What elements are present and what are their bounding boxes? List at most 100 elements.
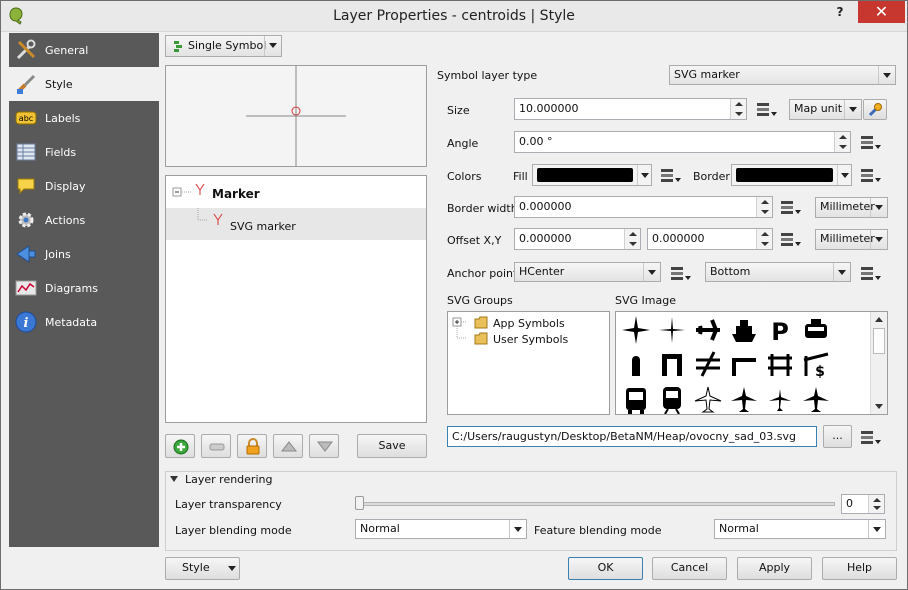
sidebar-item-metadata[interactable]: i Metadata bbox=[9, 305, 159, 339]
collapse-triangle-icon[interactable] bbox=[169, 475, 179, 483]
sidebar-item-fields[interactable]: Fields bbox=[9, 135, 159, 169]
size-spinner[interactable] bbox=[730, 99, 746, 119]
data-defined-override-icon[interactable] bbox=[779, 229, 805, 249]
data-defined-override-icon[interactable] bbox=[669, 263, 695, 283]
offset-x-spinner[interactable] bbox=[624, 229, 640, 249]
move-up-button[interactable] bbox=[273, 434, 303, 458]
scrollbar-thumb[interactable] bbox=[873, 328, 885, 354]
style-menu-button[interactable]: Style bbox=[165, 557, 240, 580]
lock-layer-button[interactable] bbox=[237, 434, 267, 458]
apply-button[interactable]: Apply bbox=[737, 557, 812, 580]
bollard-icon[interactable] bbox=[620, 348, 652, 380]
transparency-spinner[interactable] bbox=[868, 495, 884, 513]
sidebar-item-style[interactable]: Style bbox=[9, 67, 159, 101]
bus-icon[interactable] bbox=[620, 384, 652, 415]
train-icon[interactable] bbox=[656, 384, 688, 415]
sidebar-item-general[interactable]: General bbox=[9, 33, 159, 67]
tree-item-svg-marker[interactable]: SVG marker bbox=[166, 208, 426, 240]
anchor-horizontal-select[interactable]: HCenter bbox=[514, 262, 661, 282]
chevron-down-icon[interactable] bbox=[844, 100, 861, 119]
add-symbol-layer-button[interactable] bbox=[165, 434, 195, 458]
anchor-vertical-select[interactable]: Bottom bbox=[705, 262, 851, 282]
chevron-down-icon[interactable] bbox=[868, 520, 885, 538]
renderer-select[interactable]: Single Symbol bbox=[165, 35, 282, 57]
airplane-small-icon[interactable] bbox=[764, 384, 796, 415]
airplane-solid-icon[interactable] bbox=[728, 384, 760, 415]
scroll-up-icon[interactable] bbox=[874, 315, 884, 323]
chevron-down-icon[interactable] bbox=[833, 263, 850, 281]
unit-settings-button[interactable] bbox=[863, 99, 887, 120]
layer-blending-select[interactable]: Normal bbox=[355, 519, 527, 539]
chevron-down-icon[interactable] bbox=[870, 230, 887, 249]
compass-star-icon[interactable] bbox=[620, 314, 652, 346]
chevron-down-icon[interactable] bbox=[878, 66, 895, 84]
barrier-icon[interactable] bbox=[728, 348, 760, 380]
save-button[interactable]: Save bbox=[357, 434, 427, 458]
star-icon[interactable] bbox=[656, 314, 688, 346]
tree-expander-icon[interactable] bbox=[172, 186, 194, 198]
angle-input[interactable]: 0.00 ° bbox=[514, 131, 851, 153]
border-width-input[interactable]: 0.000000 bbox=[514, 196, 773, 218]
angle-spinner[interactable] bbox=[834, 132, 850, 152]
chevron-down-icon[interactable] bbox=[837, 165, 851, 185]
cancel-button[interactable]: Cancel bbox=[652, 557, 727, 580]
border-width-spinner[interactable] bbox=[756, 197, 772, 217]
data-defined-override-icon[interactable] bbox=[859, 132, 885, 152]
layer-rendering-header[interactable]: Layer rendering bbox=[167, 472, 272, 486]
sidebar-item-label: Metadata bbox=[45, 316, 98, 329]
data-defined-override-icon[interactable] bbox=[859, 165, 885, 185]
sidebar-item-label: Joins bbox=[45, 248, 71, 261]
size-unit-select[interactable]: Map unit bbox=[789, 99, 862, 120]
help-title-button[interactable]: ? bbox=[827, 1, 853, 23]
scroll-down-icon[interactable] bbox=[874, 403, 884, 411]
svg-path-input[interactable]: C:/Users/raugustyn/Desktop/BetaNM/Heap/o… bbox=[447, 426, 817, 447]
data-defined-override-icon[interactable] bbox=[859, 263, 885, 283]
not-equal-icon[interactable] bbox=[692, 348, 724, 380]
move-down-button[interactable] bbox=[309, 434, 339, 458]
parking-icon[interactable]: P bbox=[764, 314, 796, 346]
gate-icon[interactable] bbox=[656, 348, 688, 380]
data-defined-override-icon[interactable] bbox=[779, 197, 805, 217]
offset-unit-select[interactable]: Millimeter bbox=[815, 229, 888, 250]
tree-item-marker[interactable]: Marker bbox=[166, 176, 426, 208]
svg-image-grid: P $ bbox=[615, 311, 888, 415]
border-color-button[interactable] bbox=[731, 164, 852, 186]
ok-button[interactable]: OK bbox=[568, 557, 643, 580]
browse-button[interactable]: ... bbox=[823, 425, 852, 448]
toll-barrier-icon[interactable] bbox=[764, 348, 796, 380]
sidebar-item-joins[interactable]: Joins bbox=[9, 237, 159, 271]
offset-y-input[interactable]: 0.000000 bbox=[647, 228, 773, 250]
border-width-unit-select[interactable]: Millimeter bbox=[815, 197, 888, 218]
airplane-outline-icon[interactable] bbox=[692, 384, 724, 415]
sidebar-item-diagrams[interactable]: Diagrams bbox=[9, 271, 159, 305]
chevron-down-icon[interactable] bbox=[637, 165, 651, 185]
data-defined-override-icon[interactable] bbox=[755, 99, 781, 119]
svg-image-scrollbar[interactable] bbox=[870, 312, 887, 414]
close-button[interactable]: ✕ bbox=[858, 1, 905, 23]
chevron-down-icon[interactable] bbox=[509, 520, 526, 538]
data-defined-override-icon[interactable] bbox=[659, 165, 685, 185]
offset-y-spinner[interactable] bbox=[756, 229, 772, 249]
sidebar-item-display[interactable]: Display bbox=[9, 169, 159, 203]
airplane-icon[interactable] bbox=[692, 314, 724, 346]
feature-blending-select[interactable]: Normal bbox=[714, 519, 886, 539]
sidebar-item-labels[interactable]: abc Labels bbox=[9, 101, 159, 135]
help-button[interactable]: Help bbox=[822, 557, 897, 580]
transparency-slider-handle[interactable] bbox=[355, 496, 364, 510]
offset-x-input[interactable]: 0.000000 bbox=[514, 228, 641, 250]
taxi-icon[interactable] bbox=[800, 314, 832, 346]
remove-symbol-layer-button[interactable] bbox=[201, 434, 231, 458]
airport-icon[interactable] bbox=[800, 384, 832, 415]
ship-icon[interactable] bbox=[728, 314, 760, 346]
toll-icon[interactable]: $ bbox=[800, 348, 832, 380]
size-input[interactable]: 10.000000 bbox=[514, 98, 747, 120]
sidebar-item-actions[interactable]: Actions bbox=[9, 203, 159, 237]
chevron-down-icon[interactable] bbox=[870, 198, 887, 217]
symbol-layer-type-select[interactable]: SVG marker bbox=[669, 65, 896, 85]
chevron-down-icon[interactable] bbox=[264, 36, 281, 56]
transparency-slider-track[interactable] bbox=[357, 502, 835, 506]
transparency-input[interactable]: 0 bbox=[841, 494, 885, 514]
fill-color-button[interactable] bbox=[532, 164, 652, 186]
chevron-down-icon[interactable] bbox=[643, 263, 660, 281]
data-defined-override-icon[interactable] bbox=[859, 427, 885, 447]
